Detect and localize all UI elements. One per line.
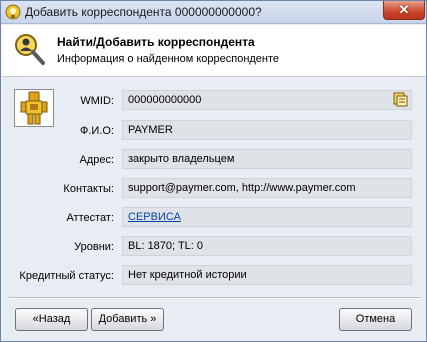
button-separator [9,297,421,299]
webmoney-keeper-icon [5,4,21,20]
back-button[interactable]: «Назад [15,308,88,331]
address-field[interactable]: закрыто владельцем [122,149,412,169]
levels-label: Уровни: [74,241,114,253]
window-title: Добавить корреспондента 000000000000? [25,5,262,19]
copy-icon[interactable] [392,91,408,107]
contacts-field[interactable]: support@paymer.com, http://www.paymer.co… [122,178,412,198]
fio-label: Ф.И.О: [80,125,114,137]
contacts-label: Контакты: [63,183,114,195]
address-label: Адрес: [79,154,114,166]
attestat-field: СЕРВИСА [122,207,412,227]
fio-field[interactable]: PAYMER [122,120,412,140]
header-subtitle: Информация о найденном корреспонденте [57,53,280,65]
header-panel: Найти/Добавить корреспондента Информация… [2,25,426,77]
credit-status-label: Кредитный статус: [19,270,114,282]
title-bar: Добавить корреспондента 000000000000? ✕ [1,1,426,24]
header-title: Найти/Добавить корреспондента [57,35,255,49]
levels-field[interactable]: BL: 1870; TL: 0 [122,236,412,256]
wmid-field[interactable]: 000000000000 [122,90,412,110]
close-button[interactable]: ✕ [383,1,425,20]
close-icon: ✕ [398,2,410,17]
wmid-label: WMID: [80,95,114,107]
dialog-window: Добавить корреспондента 000000000000? ✕ … [0,0,427,342]
cancel-button[interactable]: Отмена [339,308,412,331]
magnifier-person-icon [15,34,45,65]
attestat-label: Аттестат: [66,212,114,224]
credit-status-field[interactable]: Нет кредитной истории [122,265,412,285]
add-button[interactable]: Добавить » [91,308,164,331]
attestat-link[interactable]: СЕРВИСА [128,211,181,223]
